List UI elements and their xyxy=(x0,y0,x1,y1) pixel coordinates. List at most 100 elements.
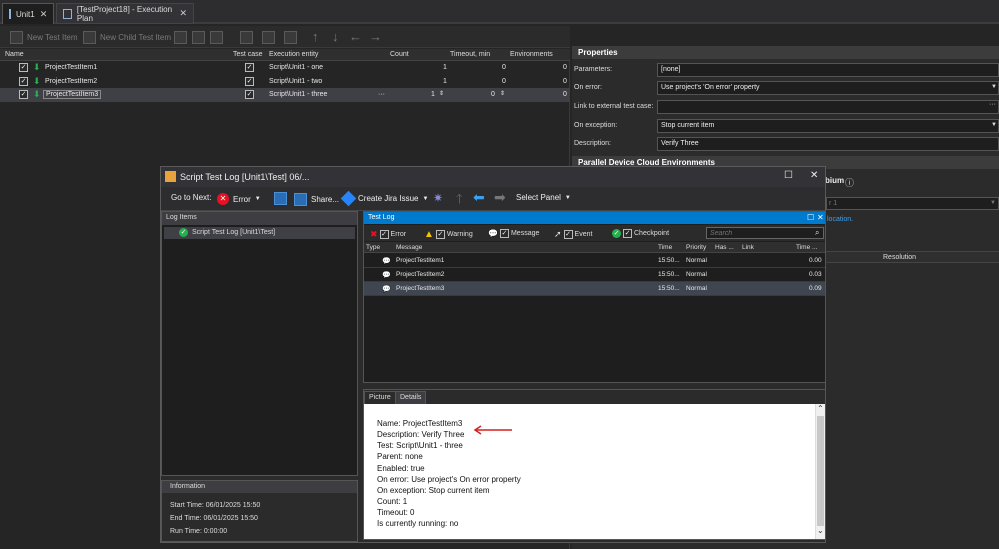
warning-filter-checkbox[interactable]: ✓ xyxy=(435,230,445,239)
message-filter[interactable]: 💬 ✓ Message xyxy=(488,229,539,238)
up-arrow-icon[interactable]: 🡑 xyxy=(456,190,463,212)
chevron-down-icon[interactable]: ▼ xyxy=(990,200,996,206)
tab-picture[interactable]: Picture xyxy=(364,391,396,404)
col-link[interactable]: Link xyxy=(742,244,754,251)
scroll-thumb[interactable] xyxy=(817,416,824,526)
ellipsis-button[interactable]: ··· xyxy=(378,91,385,98)
enabled-checkbox[interactable]: ✓ xyxy=(19,63,28,72)
ellipsis-icon[interactable]: ··· xyxy=(989,101,996,108)
execution-plan-toolbar: New Test Item New Child Test Item ↑ ↓ ← … xyxy=(0,26,570,48)
list-icon[interactable] xyxy=(284,31,297,44)
export-icon[interactable] xyxy=(274,192,287,205)
log-row-selected[interactable]: 💬 ProjectTestItem3 15:50... Normal 0.09 xyxy=(364,282,825,296)
spin-icon[interactable]: ⇕ xyxy=(439,90,444,97)
col-priority[interactable]: Priority xyxy=(686,244,706,251)
share-button[interactable]: Share... xyxy=(294,193,339,206)
log-row[interactable]: 💬 ProjectTestItem1 15:50... Normal 0.00 xyxy=(364,254,825,268)
folder-icon[interactable] xyxy=(192,31,205,44)
forward-arrow-icon[interactable]: ➡ xyxy=(494,189,506,206)
message-filter-checkbox[interactable]: ✓ xyxy=(499,229,509,238)
back-arrow-icon[interactable]: ⬅ xyxy=(473,189,485,206)
error-dropdown[interactable]: ✕ Error ▼ xyxy=(217,193,261,205)
event-filter[interactable]: ➚ ✓ Event xyxy=(554,229,592,240)
search-input[interactable] xyxy=(706,227,824,239)
parameters-field[interactable]: [none] xyxy=(657,63,999,77)
paste-icon[interactable] xyxy=(210,31,223,44)
event-filter-checkbox[interactable]: ✓ xyxy=(563,230,573,239)
col-test-case[interactable]: Test case xyxy=(233,51,263,58)
move-right-icon[interactable]: → xyxy=(369,29,382,44)
create-jira-issue-button[interactable]: Create Jira Issue ▼ xyxy=(340,190,428,207)
table-row-selected[interactable]: ✓ ⬇ ProjectTestItem3 ✓ Script\Unit1 - th… xyxy=(0,88,570,102)
col-count[interactable]: Count xyxy=(390,51,409,58)
col-timeout[interactable]: Timeout, min xyxy=(450,51,490,58)
restore-icon[interactable]: ☐ xyxy=(807,213,814,222)
enabled-checkbox[interactable]: ✓ xyxy=(19,77,28,86)
link-field[interactable] xyxy=(657,100,999,114)
parameters-label: Parameters: xyxy=(574,66,613,73)
delete-icon[interactable] xyxy=(240,31,253,44)
property-on-error: On error: Use project's 'On error' prope… xyxy=(572,80,999,97)
table-row[interactable]: ✓ ⬇ ProjectTestItem1 ✓ Script\Unit1 - on… xyxy=(0,61,570,75)
chevron-down-icon[interactable]: ▼ xyxy=(991,122,997,128)
row-name[interactable]: ProjectTestItem3 xyxy=(43,90,102,99)
dialog-title-bar: Script Test Log [Unit1\Test] 06/... ☐ ✕ xyxy=(161,167,825,187)
col-type[interactable]: Type xyxy=(366,244,380,251)
description-field[interactable]: Verify Three xyxy=(657,137,999,151)
share-label: Share... xyxy=(311,195,340,204)
new-test-item-button[interactable]: New Test Item xyxy=(10,29,78,45)
col-execution-entity[interactable]: Execution entity xyxy=(269,51,318,58)
warning-filter[interactable]: ▲ ✓ Warning xyxy=(424,229,473,240)
run-time: Run Time: 0:00:00 xyxy=(170,528,228,535)
col-time[interactable]: Time xyxy=(658,244,672,251)
location-link[interactable]: location. xyxy=(827,216,853,223)
row-timeout[interactable]: 0 xyxy=(491,91,495,98)
col-has[interactable]: Has ... xyxy=(715,244,734,251)
log-priority: Normal xyxy=(686,257,707,264)
chevron-down-icon[interactable]: ▼ xyxy=(991,84,997,90)
row-count[interactable]: 1 xyxy=(431,91,435,98)
test-case-checkbox[interactable]: ✓ xyxy=(245,63,254,72)
close-icon[interactable]: ✕ xyxy=(817,213,824,222)
checkpoint-filter[interactable]: ✓ ✓ Checkpoint xyxy=(612,229,669,238)
close-icon[interactable]: ✕ xyxy=(179,8,187,19)
environment-select[interactable]: r 1 xyxy=(826,197,999,210)
log-item-selected[interactable]: ✓ Script Test Log [Unit1\Test] xyxy=(164,227,355,239)
close-button[interactable]: ✕ xyxy=(810,170,818,181)
col-environments[interactable]: Environments xyxy=(510,51,553,58)
maximize-button[interactable]: ☐ xyxy=(784,170,793,181)
search-icon[interactable]: ⌕ xyxy=(815,228,819,238)
test-case-checkbox[interactable]: ✓ xyxy=(245,90,254,99)
col-time-duration[interactable]: Time ... xyxy=(796,244,817,251)
on-exception-select[interactable]: Stop current item xyxy=(657,119,999,133)
log-row[interactable]: 💬 ProjectTestItem2 15:50... Normal 0.03 xyxy=(364,268,825,282)
error-filter[interactable]: ✖ ✓ Error xyxy=(370,229,406,240)
tab-unit1[interactable]: Unit1 ✕ xyxy=(2,3,54,24)
on-error-select[interactable]: Use project's 'On error' property xyxy=(657,81,999,95)
new-child-test-item-button[interactable]: New Child Test Item xyxy=(83,29,171,45)
move-left-icon[interactable]: ← xyxy=(349,29,362,44)
test-case-checkbox[interactable]: ✓ xyxy=(245,77,254,86)
close-icon[interactable]: ✕ xyxy=(40,9,48,20)
col-message[interactable]: Message xyxy=(396,244,422,251)
tab-details[interactable]: Details xyxy=(395,391,427,404)
table-row[interactable]: ✓ ⬇ ProjectTestItem2 ✓ Script\Unit1 - tw… xyxy=(0,75,570,89)
spin-icon[interactable]: ⇕ xyxy=(500,90,505,97)
scroll-up-icon[interactable]: ⌃ xyxy=(817,404,824,413)
scroll-down-icon[interactable]: ⌄ xyxy=(817,526,824,535)
col-name[interactable]: Name xyxy=(5,51,24,58)
bug-icon[interactable]: ✷ xyxy=(433,191,443,205)
tab-execution-plan[interactable]: [TestProject18] - Execution Plan ✕ xyxy=(56,3,194,24)
details-scrollbar[interactable]: ⌃ ⌄ xyxy=(815,404,825,539)
error-filter-checkbox[interactable]: ✓ xyxy=(379,230,389,239)
document-tab-bar: Unit1 ✕ [TestProject18] - Execution Plan… xyxy=(0,0,999,24)
checkpoint-filter-checkbox[interactable]: ✓ xyxy=(623,229,632,238)
resolution-header[interactable]: Resolution xyxy=(883,254,916,261)
enabled-checkbox[interactable]: ✓ xyxy=(19,90,28,99)
move-up-icon[interactable]: ↑ xyxy=(312,29,319,44)
select-panel-dropdown[interactable]: Select Panel ▼ xyxy=(516,193,571,202)
copy-icon[interactable] xyxy=(174,31,187,44)
log-items-header: Log Items xyxy=(162,212,357,225)
grid-icon[interactable] xyxy=(262,31,275,44)
move-down-icon[interactable]: ↓ xyxy=(332,29,339,44)
